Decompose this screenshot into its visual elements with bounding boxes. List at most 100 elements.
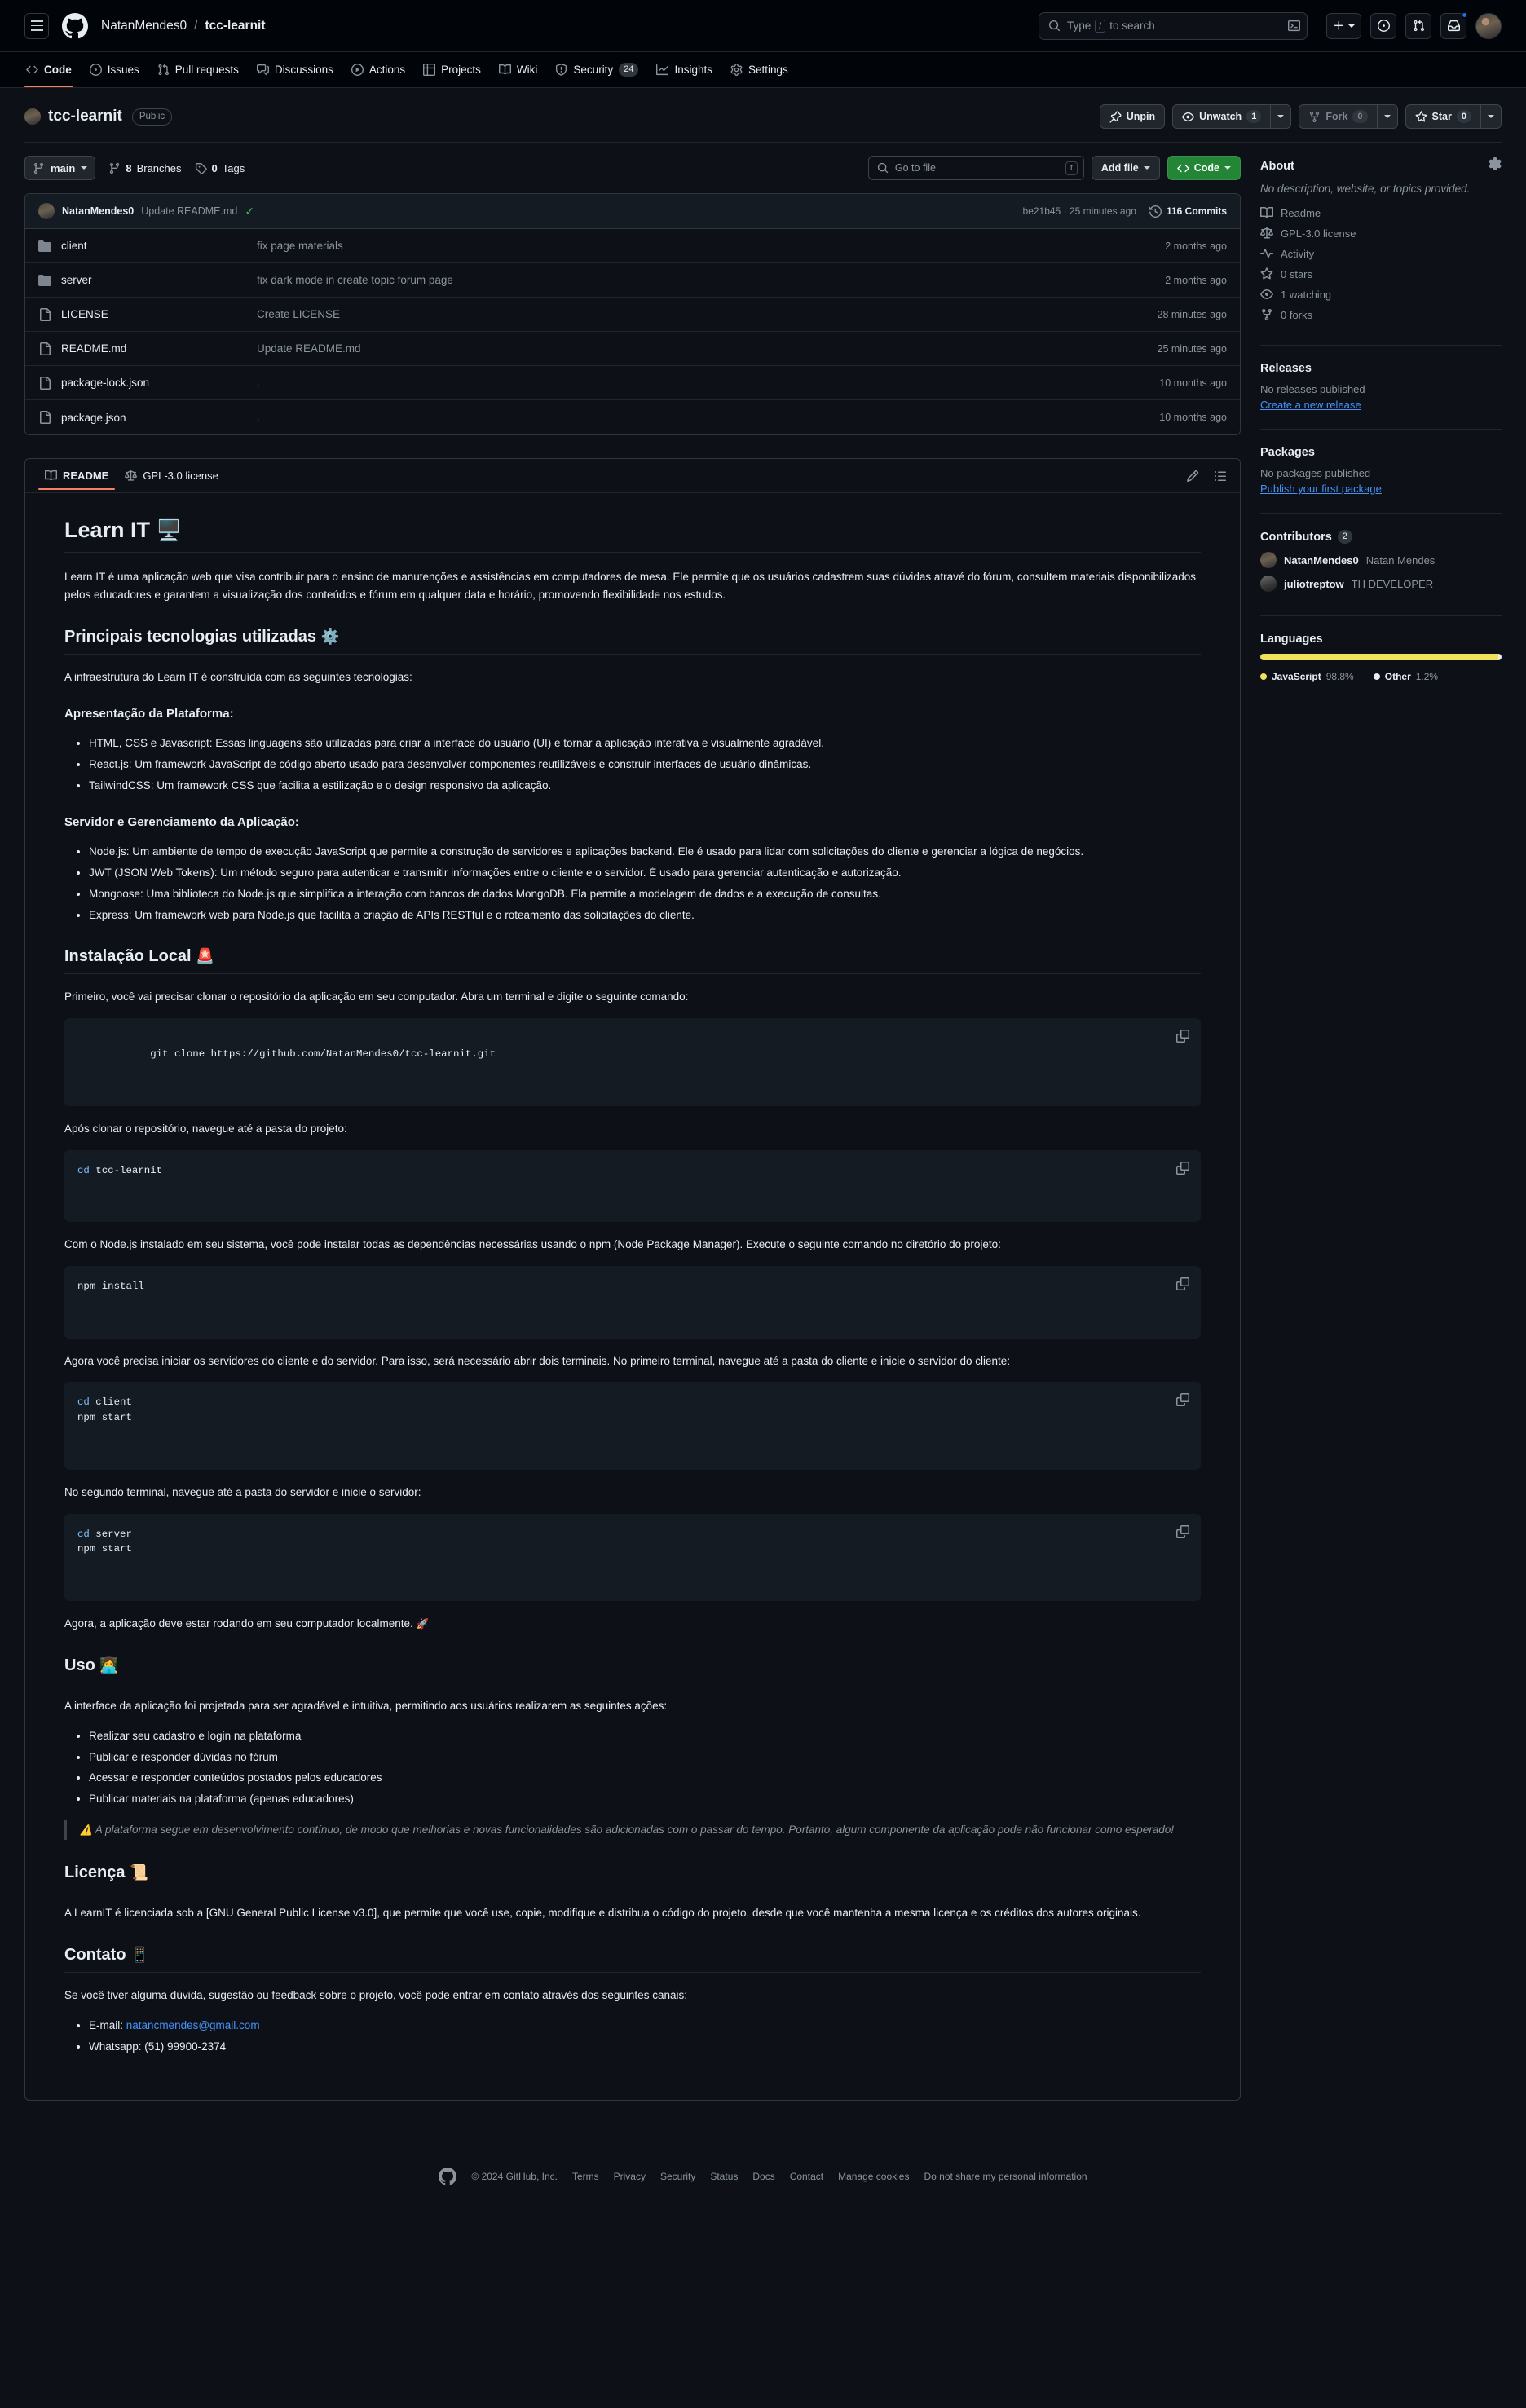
add-file-button[interactable]: Add file xyxy=(1091,156,1160,180)
pencil-icon[interactable] xyxy=(1186,470,1199,483)
fork-button[interactable]: Fork 0 xyxy=(1299,104,1377,129)
tab-issues[interactable]: Issues xyxy=(82,52,148,87)
publish-package-link[interactable]: Publish your first package xyxy=(1260,483,1382,495)
create-new-button[interactable] xyxy=(1326,12,1361,39)
file-name[interactable]: README.md xyxy=(61,342,257,355)
sidebar-item-activity[interactable]: Activity xyxy=(1260,247,1502,260)
github-logo-icon[interactable] xyxy=(62,12,88,39)
repo-owner-avatar[interactable] xyxy=(24,108,41,125)
commit-author[interactable]: NatanMendes0 xyxy=(62,205,134,217)
language-segment-javascript[interactable] xyxy=(1260,654,1499,660)
sidebar-item-license[interactable]: GPL-3.0 license xyxy=(1260,227,1502,240)
legend-item-javascript[interactable]: JavaScript 98.8% xyxy=(1260,671,1354,682)
commit-status-check-icon[interactable]: ✓ xyxy=(245,205,254,218)
commit-sha-time[interactable]: be21b45 · 25 minutes ago xyxy=(1023,205,1136,217)
footer-link-security[interactable]: Security xyxy=(660,2171,695,2182)
file-commit-message[interactable]: Update README.md xyxy=(257,342,1158,355)
file-commit-message[interactable]: fix page materials xyxy=(257,240,1165,252)
packages-section: Packages No packages published Publish y… xyxy=(1260,429,1502,513)
contributors-title: Contributors xyxy=(1260,530,1332,544)
tab-discussions[interactable]: Discussions xyxy=(249,52,342,87)
code-button[interactable]: Code xyxy=(1167,156,1241,180)
unpin-button[interactable]: Unpin xyxy=(1099,104,1166,129)
table-row[interactable]: package-lock.json . 10 months ago xyxy=(25,366,1240,400)
hamburger-menu-icon[interactable] xyxy=(24,12,49,39)
copy-icon[interactable] xyxy=(1176,1393,1189,1412)
gear-icon[interactable] xyxy=(1489,157,1502,174)
legend-item-other[interactable]: Other 1.2% xyxy=(1373,671,1438,682)
unwatch-button[interactable]: Unwatch 1 xyxy=(1172,104,1271,129)
sidebar-item-readme[interactable]: Readme xyxy=(1260,206,1502,219)
breadcrumb-repo[interactable]: tcc-learnit xyxy=(205,19,265,33)
table-row[interactable]: LICENSE Create LICENSE 28 minutes ago xyxy=(25,298,1240,332)
language-segment-other[interactable] xyxy=(1498,654,1502,660)
footer-link-privacy[interactable]: Privacy xyxy=(614,2171,646,2182)
sidebar: About No description, website, or topics… xyxy=(1260,156,1502,2101)
footer-link-terms[interactable]: Terms xyxy=(572,2171,599,2182)
tab-license[interactable]: GPL-3.0 license xyxy=(118,470,225,489)
table-row[interactable]: package.json . 10 months ago xyxy=(25,400,1240,434)
table-row[interactable]: client fix page materials 2 months ago xyxy=(25,229,1240,263)
file-commit-message[interactable]: fix dark mode in create topic forum page xyxy=(257,274,1165,286)
copy-icon[interactable] xyxy=(1176,1161,1189,1180)
copy-icon[interactable] xyxy=(1176,1030,1189,1048)
code-block-cd-project: cd tcc-learnit xyxy=(64,1149,1201,1223)
footer-link-do-not-share[interactable]: Do not share my personal information xyxy=(924,2171,1087,2182)
tab-pull-requests[interactable]: Pull requests xyxy=(149,52,247,87)
copy-icon[interactable] xyxy=(1176,1277,1189,1296)
create-release-link[interactable]: Create a new release xyxy=(1260,399,1361,411)
file-name[interactable]: client xyxy=(61,240,257,252)
watch-dropdown-button[interactable] xyxy=(1270,104,1292,129)
terminal-icon[interactable] xyxy=(1288,20,1300,32)
tab-actions[interactable]: Actions xyxy=(343,52,413,87)
user-avatar[interactable] xyxy=(1475,12,1502,39)
breadcrumb-owner[interactable]: NatanMendes0 xyxy=(101,19,187,33)
table-row[interactable]: server fix dark mode in create topic for… xyxy=(25,263,1240,298)
sidebar-item-watching[interactable]: 1 watching xyxy=(1260,288,1502,301)
contato-email-link[interactable]: natancmendes@gmail.com xyxy=(126,2019,260,2031)
footer-link-contact[interactable]: Contact xyxy=(790,2171,823,2182)
file-name[interactable]: LICENSE xyxy=(61,308,257,320)
sidebar-item-stars[interactable]: 0 stars xyxy=(1260,267,1502,280)
tags-link[interactable]: 0 Tags xyxy=(195,162,245,174)
list-unordered-icon[interactable] xyxy=(1214,470,1227,483)
fork-dropdown-button[interactable] xyxy=(1376,104,1398,129)
tab-wiki[interactable]: Wiki xyxy=(491,52,546,87)
file-name[interactable]: package-lock.json xyxy=(61,377,257,389)
tab-security[interactable]: Security 24 xyxy=(547,52,646,87)
tab-projects[interactable]: Projects xyxy=(415,52,489,87)
table-row[interactable]: README.md Update README.md 25 minutes ag… xyxy=(25,332,1240,366)
star-button[interactable]: Star 0 xyxy=(1405,104,1480,129)
commit-author-avatar[interactable] xyxy=(38,203,55,219)
footer-link-status[interactable]: Status xyxy=(710,2171,738,2182)
file-commit-message[interactable]: . xyxy=(257,377,1159,389)
file-commit-message[interactable]: Create LICENSE xyxy=(257,308,1158,320)
branch-selector[interactable]: main xyxy=(24,156,96,180)
file-commit-message[interactable]: . xyxy=(257,412,1159,424)
footer-link-docs[interactable]: Docs xyxy=(752,2171,774,2182)
tab-settings[interactable]: Settings xyxy=(722,52,796,87)
issues-button[interactable] xyxy=(1370,12,1396,39)
tab-readme[interactable]: README xyxy=(38,470,116,490)
sidebar-item-forks[interactable]: 0 forks xyxy=(1260,308,1502,321)
star-dropdown-button[interactable] xyxy=(1480,104,1502,129)
commit-message[interactable]: Update README.md xyxy=(141,205,237,217)
go-to-file-input[interactable]: Go to file t xyxy=(867,156,1084,180)
page-title[interactable]: tcc-learnit xyxy=(48,108,122,126)
footer-link-manage-cookies[interactable]: Manage cookies xyxy=(838,2171,909,2182)
notifications-button[interactable] xyxy=(1440,11,1468,39)
file-commit-time: 2 months ago xyxy=(1165,274,1227,286)
list-item[interactable]: NatanMendes0 Natan Mendes xyxy=(1260,552,1502,568)
tab-code[interactable]: Code xyxy=(18,52,80,87)
github-logo-icon[interactable] xyxy=(439,2168,457,2185)
search-input[interactable]: Type / to search xyxy=(1039,11,1308,40)
commits-count-link[interactable]: 116 Commits xyxy=(1149,205,1227,218)
branches-link[interactable]: 8 Branches xyxy=(108,162,182,174)
pull-requests-button[interactable] xyxy=(1405,12,1431,39)
tab-insights[interactable]: Insights xyxy=(648,52,721,87)
file-name[interactable]: package.json xyxy=(61,412,257,424)
history-icon xyxy=(1149,205,1162,218)
copy-icon[interactable] xyxy=(1176,1524,1189,1544)
file-name[interactable]: server xyxy=(61,274,257,286)
list-item[interactable]: juliotreptow TH DEVELOPER xyxy=(1260,576,1502,592)
